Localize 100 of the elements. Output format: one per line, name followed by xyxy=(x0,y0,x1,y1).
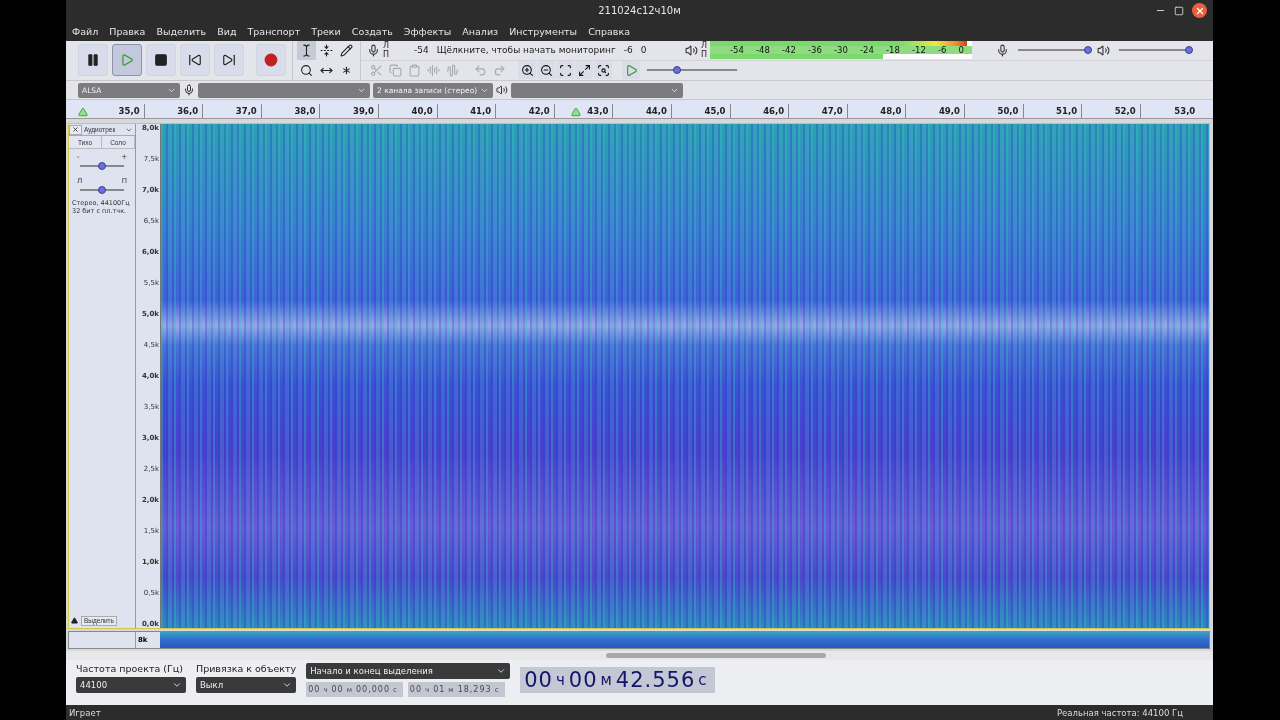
play-icon xyxy=(624,63,638,77)
play-at-speed-button[interactable] xyxy=(622,61,640,80)
speaker-icon xyxy=(1097,43,1111,57)
pencil-icon xyxy=(340,43,353,57)
timeline-tick: 48,0 xyxy=(847,104,907,118)
slider-thumb[interactable] xyxy=(1084,46,1093,55)
menu-item[interactable]: Инструменты xyxy=(509,25,578,37)
slider-thumb[interactable] xyxy=(98,162,106,170)
timeline-tick: 53,0 xyxy=(1173,105,1197,118)
meter-tick: 0 xyxy=(640,45,647,56)
speaker-icon xyxy=(496,84,508,97)
audio-position-field[interactable]: 00 ч 00 м 42.556 с xyxy=(520,667,715,694)
pause-icon xyxy=(86,53,100,68)
fit-project-button[interactable] xyxy=(575,61,593,80)
actual-rate-text: Реальная частота: 44100 Гц xyxy=(1056,707,1183,718)
zoom-out-button[interactable] xyxy=(537,61,555,80)
redo-icon xyxy=(492,63,506,77)
audio-lines-icon xyxy=(426,63,440,77)
speaker-icon xyxy=(685,43,698,57)
maximize-button[interactable] xyxy=(1174,5,1184,16)
skip-forward-icon xyxy=(222,53,236,68)
snap-label: Привязка к объекту xyxy=(196,663,297,675)
timeline-tick: 41,0 xyxy=(437,104,497,118)
microphone-icon xyxy=(183,84,195,97)
waveform-icon xyxy=(445,63,459,77)
recording-volume-slider[interactable] xyxy=(1018,49,1089,52)
play-icon xyxy=(120,53,134,68)
selection-mode-dropdown[interactable]: Начало и конец выделения xyxy=(306,663,511,680)
menu-item[interactable]: Транспорт xyxy=(247,25,301,37)
record-icon xyxy=(264,53,278,68)
timeline-tick: 36,0 xyxy=(144,104,204,118)
timeline-tick: 47,0 xyxy=(789,104,848,118)
collapse-triangle-icon xyxy=(71,617,78,625)
project-rate-label: Частота проекта (Гц) xyxy=(76,663,184,675)
meter-tick: -54 xyxy=(414,45,429,56)
play-region-end-icon xyxy=(571,107,581,118)
menu-item[interactable]: Создать xyxy=(351,25,393,37)
menu-item[interactable]: Справка xyxy=(588,25,630,37)
timeline-tick: 35,0 xyxy=(86,104,145,118)
play-region-start-icon xyxy=(78,107,88,118)
scan-search-icon xyxy=(596,63,610,77)
scan-icon xyxy=(558,63,572,77)
close-track-button[interactable] xyxy=(69,124,82,135)
zoom-toggle-button[interactable] xyxy=(594,61,612,80)
skip-to-start-button[interactable] xyxy=(180,44,210,77)
play-speed-slider[interactable] xyxy=(647,69,737,72)
fit-selection-button[interactable] xyxy=(556,61,574,80)
timeline-tick: 42,0 xyxy=(496,104,555,118)
menu-item[interactable]: Треки xyxy=(311,25,341,37)
timeline-tick: 51,0 xyxy=(1023,104,1083,118)
channel-label: Л xyxy=(383,41,389,51)
skip-to-end-button[interactable] xyxy=(214,44,244,77)
copy-icon xyxy=(388,63,402,77)
skip-back-icon xyxy=(188,53,202,68)
project-rate-dropdown[interactable]: 44100 xyxy=(76,677,186,694)
pause-button[interactable] xyxy=(78,44,108,77)
slider-thumb[interactable] xyxy=(1185,46,1194,55)
meter-tick: -30 xyxy=(833,46,848,55)
meter-tick: -36 xyxy=(808,46,822,55)
menu-item[interactable]: Эффекты xyxy=(403,25,452,37)
scissors-icon xyxy=(369,63,383,77)
menu-item[interactable]: Вид xyxy=(217,25,237,37)
maximize-icon xyxy=(1174,5,1184,16)
zoom-out-icon xyxy=(539,63,553,77)
stop-icon xyxy=(154,53,168,68)
microphone-icon xyxy=(367,43,380,57)
timeline-tick: 50,0 xyxy=(964,104,1024,118)
slider-thumb[interactable] xyxy=(672,66,681,75)
stop-button[interactable] xyxy=(146,44,176,77)
recording-meter[interactable]: -54 Щёлкните, чтобы начать мониторинг -6 0 xyxy=(392,41,669,60)
monitoring-prompt: Щёлкните, чтобы начать мониторинг xyxy=(436,45,616,56)
horizontal-scrollbar[interactable] xyxy=(66,650,1213,661)
channel-label: П xyxy=(383,50,389,60)
scrollbar-thumb[interactable] xyxy=(606,653,826,658)
record-button[interactable] xyxy=(256,44,286,77)
timeline-tick: 52,0 xyxy=(1082,104,1141,118)
status-text: Играет xyxy=(69,707,101,718)
menu-item[interactable]: Анализ xyxy=(462,25,499,37)
clipboard-icon xyxy=(407,63,421,77)
timeline-tick: 46,0 xyxy=(730,104,790,118)
playback-volume-slider[interactable] xyxy=(1119,49,1190,52)
channel-label: Л xyxy=(701,41,708,51)
snap-dropdown[interactable]: Выкл xyxy=(196,677,296,694)
timeline-tick: 39,0 xyxy=(320,104,379,118)
fold-arrows-icon xyxy=(320,43,333,57)
menu-item[interactable]: Выделить xyxy=(156,25,207,37)
magnifier-icon xyxy=(300,63,313,77)
timeline-tick: 43,0 xyxy=(554,104,614,118)
timeline-ruler[interactable]: 35,0 36,0 37,0 38,0 39,0 40,0 41,0 42,0 43,0 44,0 45,0 46,0 47,0 48,0 49,0 50,0 51,0 52,0 53,0 xyxy=(66,100,1213,119)
menu-item[interactable]: Файл xyxy=(72,25,99,37)
meter-tick: -48 xyxy=(756,46,770,55)
timeline-tick: 45,0 xyxy=(671,104,731,118)
close-button[interactable] xyxy=(1192,3,1207,18)
close-icon xyxy=(1194,5,1205,16)
meter-tick: -6 xyxy=(623,45,633,56)
microphone-icon xyxy=(996,43,1010,57)
menu-item[interactable]: Правка xyxy=(109,25,146,37)
zoom-in-button[interactable] xyxy=(518,61,536,80)
meter-tick: -12 xyxy=(911,46,926,55)
slider-thumb[interactable] xyxy=(98,186,106,194)
